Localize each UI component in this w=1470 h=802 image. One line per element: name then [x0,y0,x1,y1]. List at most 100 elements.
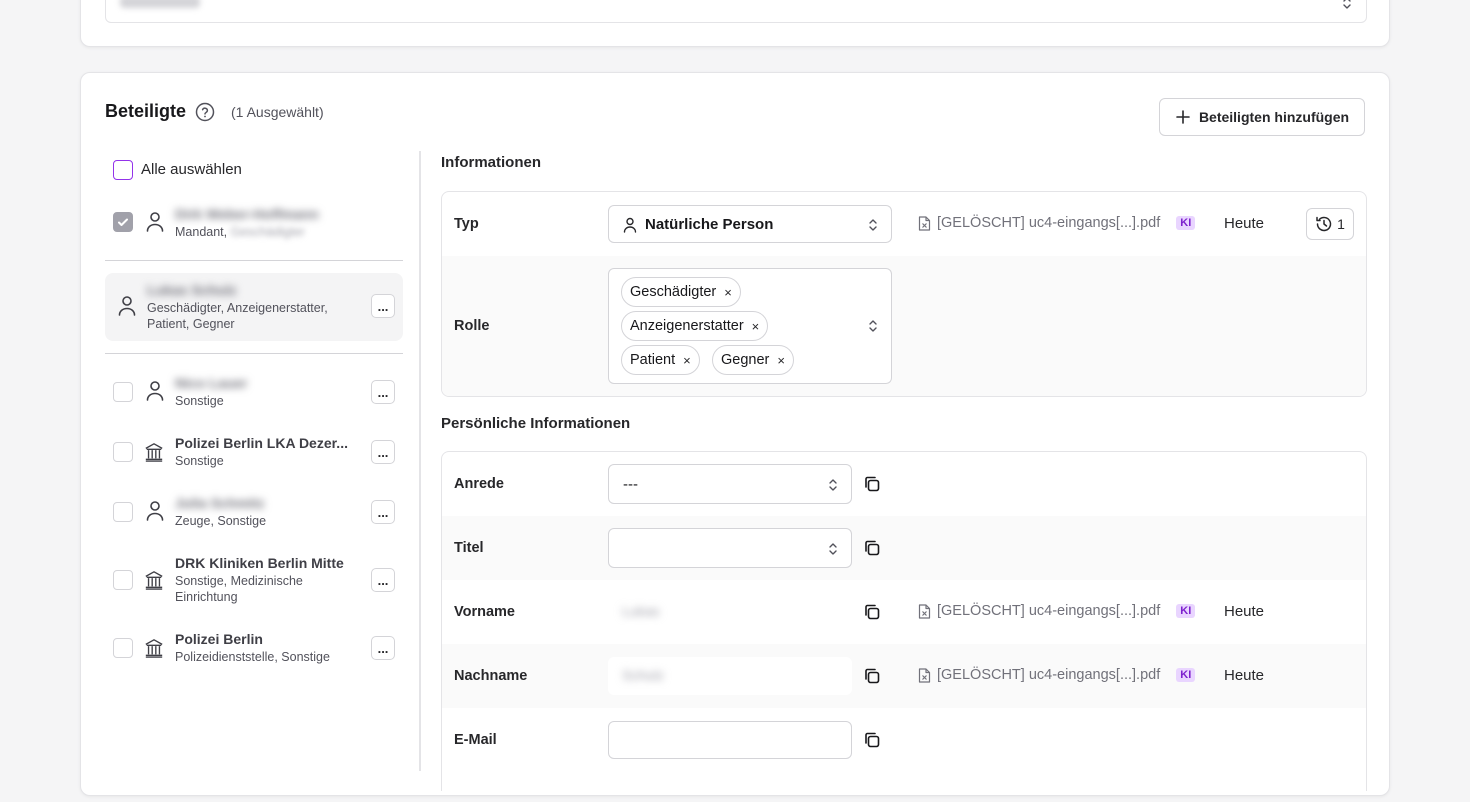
vorname-source[interactable]: [GELÖSCHT] uc4-eingangs[...].pdf KI [918,603,1196,619]
participant-menu-button-1[interactable]: ... [371,294,395,318]
personal-box: Anrede --- Titel Vorname Lukas [GELÖSCHT… [441,451,1367,791]
previous-select[interactable] [105,0,1367,23]
rolle-label: Rolle [454,318,490,334]
participant-menu-button-5[interactable]: ... [371,568,395,592]
participant-role-3: Sonstige [175,454,224,468]
participant-checkbox-0[interactable] [113,212,133,232]
add-participant-button[interactable]: Beteiligten hinzufügen [1159,98,1365,136]
participant-menu-button-3[interactable]: ... [371,440,395,464]
add-participant-label: Beteiligten hinzufügen [1198,109,1350,125]
email-label: E-Mail [454,732,497,748]
typ-source-file: [GELÖSCHT] uc4-eingangs[...].pdf [937,215,1161,231]
personal-section-title: Persönliche Informationen [441,415,631,432]
participant-checkbox-5[interactable] [113,570,133,590]
role-chip-2: Patient × [621,345,700,375]
rolle-row: Rolle Geschädigter × Anzeigenerstatter × P… [442,256,1366,396]
nachname-value: Schulz [622,667,665,683]
role-chip-0: Geschädigter × [621,277,741,307]
copy-icon[interactable] [863,731,881,749]
participant-checkbox-6[interactable] [113,638,133,658]
role-chip-3: Gegner × [712,345,794,375]
titel-select[interactable] [608,528,852,568]
copy-icon[interactable] [863,603,881,621]
chevron-updown-icon [829,479,837,491]
previous-select-value [120,0,200,8]
participant-name-6[interactable]: Polizei Berlin [175,631,355,647]
typ-date: Heute [1224,215,1265,232]
participant-checkbox-2[interactable] [113,382,133,402]
email-input[interactable] [608,721,852,759]
typ-row: Typ Natürliche Person [GELÖSCHT] uc4-ein… [442,192,1366,256]
panel-divider [419,151,421,771]
nachname-row: Nachname Schulz [GELÖSCHT] uc4-eingangs[… [442,644,1366,708]
person-icon [146,501,164,521]
copy-icon[interactable] [863,539,881,557]
participant-name-2[interactable]: Nico Lauer [175,375,265,391]
anrede-row: Anrede --- [442,452,1366,516]
participant-name-4[interactable]: Julia Schmitz [175,495,275,511]
participant-name-1[interactable]: Lukas Schulz [147,282,267,298]
participant-menu-button-4[interactable]: ... [371,500,395,524]
info-section-title: Informationen [441,154,541,171]
help-icon[interactable] [195,102,215,122]
rolle-multiselect[interactable]: Geschädigter × Anzeigenerstatter × Patient… [608,268,892,384]
anrede-value: --- [623,476,638,493]
history-count: 1 [1337,216,1345,232]
participant-role-2: Sonstige [175,394,224,408]
ki-badge: KI [1176,216,1196,230]
participant-role-1: Geschädigter, Anzeigenerstatter, Patient… [147,301,328,331]
typ-label: Typ [454,216,479,232]
anrede-select[interactable]: --- [608,464,852,504]
remove-chip-icon[interactable]: × [777,353,785,368]
copy-icon[interactable] [863,667,881,685]
anrede-label: Anrede [454,476,504,492]
participant-menu-button-2[interactable]: ... [371,380,395,404]
participant-name-0[interactable]: Dirk Weber-Hoffmann [175,206,325,222]
remove-chip-icon[interactable]: × [683,353,691,368]
remove-chip-icon[interactable]: × [724,285,732,300]
typ-select[interactable]: Natürliche Person [608,205,892,243]
selected-count: (1 Ausgewählt) [231,104,324,120]
email-row: E-Mail [442,708,1366,772]
nachname-source[interactable]: [GELÖSCHT] uc4-eingangs[...].pdf KI [918,667,1196,683]
nachname-source-file: [GELÖSCHT] uc4-eingangs[...].pdf [937,667,1161,683]
participant-role-0: Mandant, Geschädigter [175,225,305,239]
nachname-input[interactable]: Schulz [608,657,852,695]
plus-icon [1176,110,1190,124]
vorname-label: Vorname [454,604,515,620]
typ-source[interactable]: [GELÖSCHT] uc4-eingangs[...].pdf KI [918,215,1196,231]
copy-icon[interactable] [863,475,881,493]
ki-badge: KI [1176,604,1196,618]
participant-menu-button-6[interactable]: ... [371,636,395,660]
participant-role-5: Sonstige, Medizinische Einrichtung [175,574,303,604]
chevron-updown-icon [869,219,877,231]
participant-checkbox-3[interactable] [113,442,133,462]
info-box: Typ Natürliche Person [GELÖSCHT] uc4-ein… [441,191,1367,397]
vorname-value: Lukas [622,603,660,619]
participant-checkbox-4[interactable] [113,502,133,522]
previous-section-card [80,0,1390,47]
person-icon [146,212,164,232]
chevron-updown-icon [829,543,837,555]
participant-name-3[interactable]: Polizei Berlin LKA Dezer... [175,435,355,451]
building-icon [145,639,163,658]
vorname-date: Heute [1224,603,1265,620]
history-button[interactable]: 1 [1306,208,1354,240]
chevron-updown-icon [869,320,877,332]
section-title: Beteiligte [105,101,187,121]
select-all-checkbox[interactable] [113,160,133,180]
file-x-icon [918,215,931,231]
role-chip-1: Anzeigenerstatter × [621,311,769,341]
nachname-date: Heute [1224,667,1265,684]
building-icon [145,571,163,590]
list-divider [105,260,403,261]
typ-value: Natürliche Person [645,216,774,233]
vorname-input[interactable]: Lukas [608,593,852,631]
chevron-updown-icon [1343,0,1351,9]
check-icon [118,218,128,226]
participant-name-5[interactable]: DRK Kliniken Berlin Mitte [175,555,355,571]
ki-badge: KI [1176,668,1196,682]
person-icon [623,217,637,233]
list-divider [105,353,403,354]
remove-chip-icon[interactable]: × [752,319,760,334]
